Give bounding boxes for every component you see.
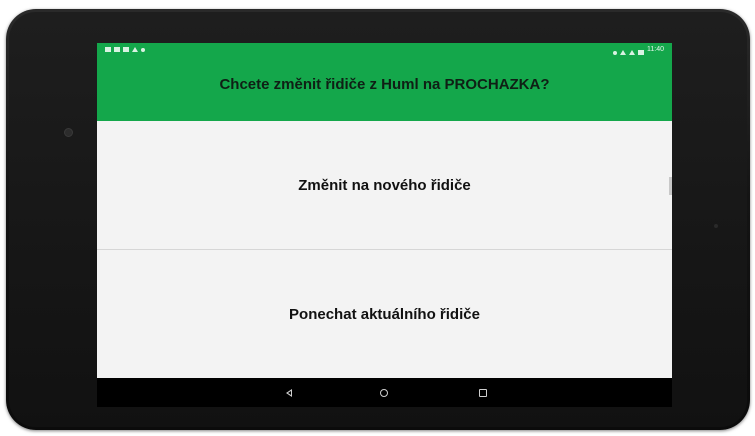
notification-icon — [123, 47, 129, 52]
battery-icon — [638, 49, 644, 55]
home-button[interactable] — [376, 385, 392, 401]
proximity-sensor — [714, 224, 718, 228]
keep-driver-label: Ponechat aktuálního řidiče — [289, 305, 480, 323]
notification-icon — [114, 47, 120, 52]
recents-icon — [479, 389, 487, 397]
home-icon — [380, 389, 388, 397]
change-driver-label: Změnit na nového řidiče — [298, 176, 471, 194]
location-icon — [613, 50, 617, 55]
signal-icon — [629, 49, 635, 55]
device-screen: 11:40 Chcete změnit řidiče z Huml na PRO… — [97, 43, 672, 407]
back-icon — [286, 389, 292, 397]
dialog-header: Chcete změnit řidiče z Huml na PROCHAZKA… — [97, 57, 672, 121]
keep-driver-button[interactable]: Ponechat aktuálního řidiče — [97, 250, 672, 378]
navigation-bar — [97, 378, 672, 407]
status-bar: 11:40 — [97, 43, 672, 57]
warning-icon — [132, 47, 138, 52]
status-time: 11:40 — [647, 46, 664, 53]
status-right-icons: 11:40 — [613, 43, 664, 57]
wifi-icon — [620, 49, 626, 55]
dialog-title: Chcete změnit řidiče z Huml na PROCHAZKA… — [219, 75, 550, 93]
recents-button[interactable] — [475, 385, 491, 401]
status-left-icons — [105, 43, 145, 52]
scroll-indicator — [669, 177, 672, 195]
sync-icon — [141, 48, 145, 52]
notification-icon — [105, 47, 111, 52]
change-driver-button[interactable]: Změnit na nového řidiče — [97, 121, 672, 249]
back-button[interactable] — [281, 385, 297, 401]
front-camera — [64, 128, 73, 137]
